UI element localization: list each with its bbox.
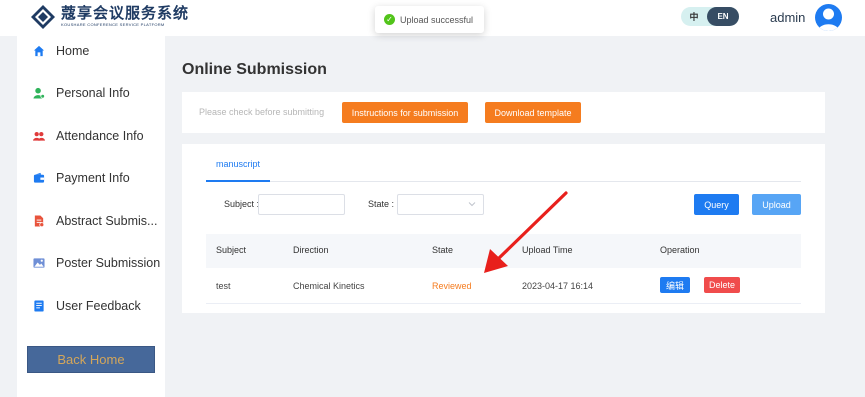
submission-hint: Please check before submitting (199, 107, 325, 117)
wallet-icon (32, 172, 45, 185)
sidebar-item-abstract-submission[interactable]: Abstract Submis... (17, 206, 165, 236)
column-header-subject: Subject (216, 245, 247, 255)
upload-button[interactable]: Upload (752, 194, 801, 215)
state-filter-select[interactable] (397, 194, 484, 215)
sidebar-item-label: Home (56, 44, 90, 58)
download-template-button[interactable]: Download template (485, 102, 581, 123)
tab-divider (206, 181, 801, 182)
toast-message: Upload successful (400, 14, 474, 25)
sidebar-item-poster-submission[interactable]: Poster Submission (17, 248, 165, 278)
sidebar-item-label: Abstract Submis... (56, 214, 158, 228)
page-title: Online Submission (182, 61, 327, 78)
document-icon (32, 215, 45, 228)
username[interactable]: admin (770, 10, 805, 25)
tab-manuscript[interactable]: manuscript (206, 159, 270, 181)
sidebar-item-user-feedback[interactable]: User Feedback (17, 291, 165, 321)
sidebar-item-label: Attendance Info (56, 129, 144, 143)
instructions-button[interactable]: Instructions for submission (342, 102, 468, 123)
sidebar-item-home[interactable]: Home (17, 36, 165, 66)
language-toggle[interactable]: 中 EN (681, 7, 739, 26)
table-row: test Chemical Kinetics Reviewed 2023-04-… (206, 268, 801, 304)
state-filter-label: State : (368, 199, 395, 209)
sidebar-item-label: Personal Info (56, 86, 130, 100)
sidebar-item-label: Payment Info (56, 171, 130, 185)
chevron-down-icon (468, 202, 476, 207)
cell-state: Reviewed (432, 281, 472, 291)
logo-mark-icon (31, 5, 55, 29)
sidebar-item-label: User Feedback (56, 299, 141, 313)
sidebar-item-attendance-info[interactable]: Attendance Info (17, 121, 165, 151)
tab-active-indicator (206, 180, 270, 182)
column-header-operation: Operation (660, 245, 700, 255)
user-menu[interactable]: admin (770, 4, 843, 31)
sidebar: Home Personal Info Attendance Info Payme… (17, 36, 165, 397)
top-header: 蔻享会议服务系统 KOUSHARE CONFERENCE SERVICE PLA… (0, 0, 865, 36)
back-home-button[interactable]: Back Home (27, 346, 155, 373)
column-header-direction: Direction (293, 245, 329, 255)
cell-direction: Chemical Kinetics (293, 281, 365, 291)
sidebar-item-personal-info[interactable]: Personal Info (17, 78, 165, 108)
manuscript-card: manuscript Subject : State : Query Uploa… (182, 144, 825, 313)
cell-upload-time: 2023-04-17 16:14 (522, 281, 594, 291)
image-icon (32, 257, 45, 270)
home-icon (32, 45, 45, 58)
logo-subtitle: KOUSHARE CONFERENCE SERVICE PLATFORM (61, 22, 165, 27)
column-header-state: State (432, 245, 454, 255)
subject-filter-label: Subject : (224, 199, 260, 209)
lang-zh-option[interactable]: 中 (681, 10, 707, 23)
upload-success-toast: ✓ Upload successful (375, 6, 484, 33)
sidebar-item-payment-info[interactable]: Payment Info (17, 163, 165, 193)
person-icon (32, 87, 45, 100)
cell-subject: test (216, 281, 231, 291)
subject-filter-input[interactable] (258, 194, 345, 215)
check-circle-icon: ✓ (384, 14, 395, 25)
edit-button[interactable]: 编辑 (660, 277, 690, 293)
query-button[interactable]: Query (694, 194, 739, 215)
logo[interactable]: 蔻享会议服务系统 KOUSHARE CONFERENCE SERVICE PLA… (30, 4, 189, 30)
avatar[interactable] (815, 4, 843, 31)
logo-title: 蔻享会议服务系统 (61, 5, 190, 22)
column-header-upload-time: Upload Time (522, 245, 573, 255)
feedback-icon (32, 300, 45, 313)
people-icon (32, 130, 45, 143)
sidebar-item-label: Poster Submission (56, 256, 161, 270)
submission-actions-card: Please check before submitting Instructi… (182, 92, 825, 133)
delete-button[interactable]: Delete (704, 277, 740, 293)
table-header: Subject Direction State Upload Time Oper… (206, 234, 801, 268)
user-avatar-icon (818, 8, 840, 31)
lang-en-option[interactable]: EN (707, 7, 739, 26)
